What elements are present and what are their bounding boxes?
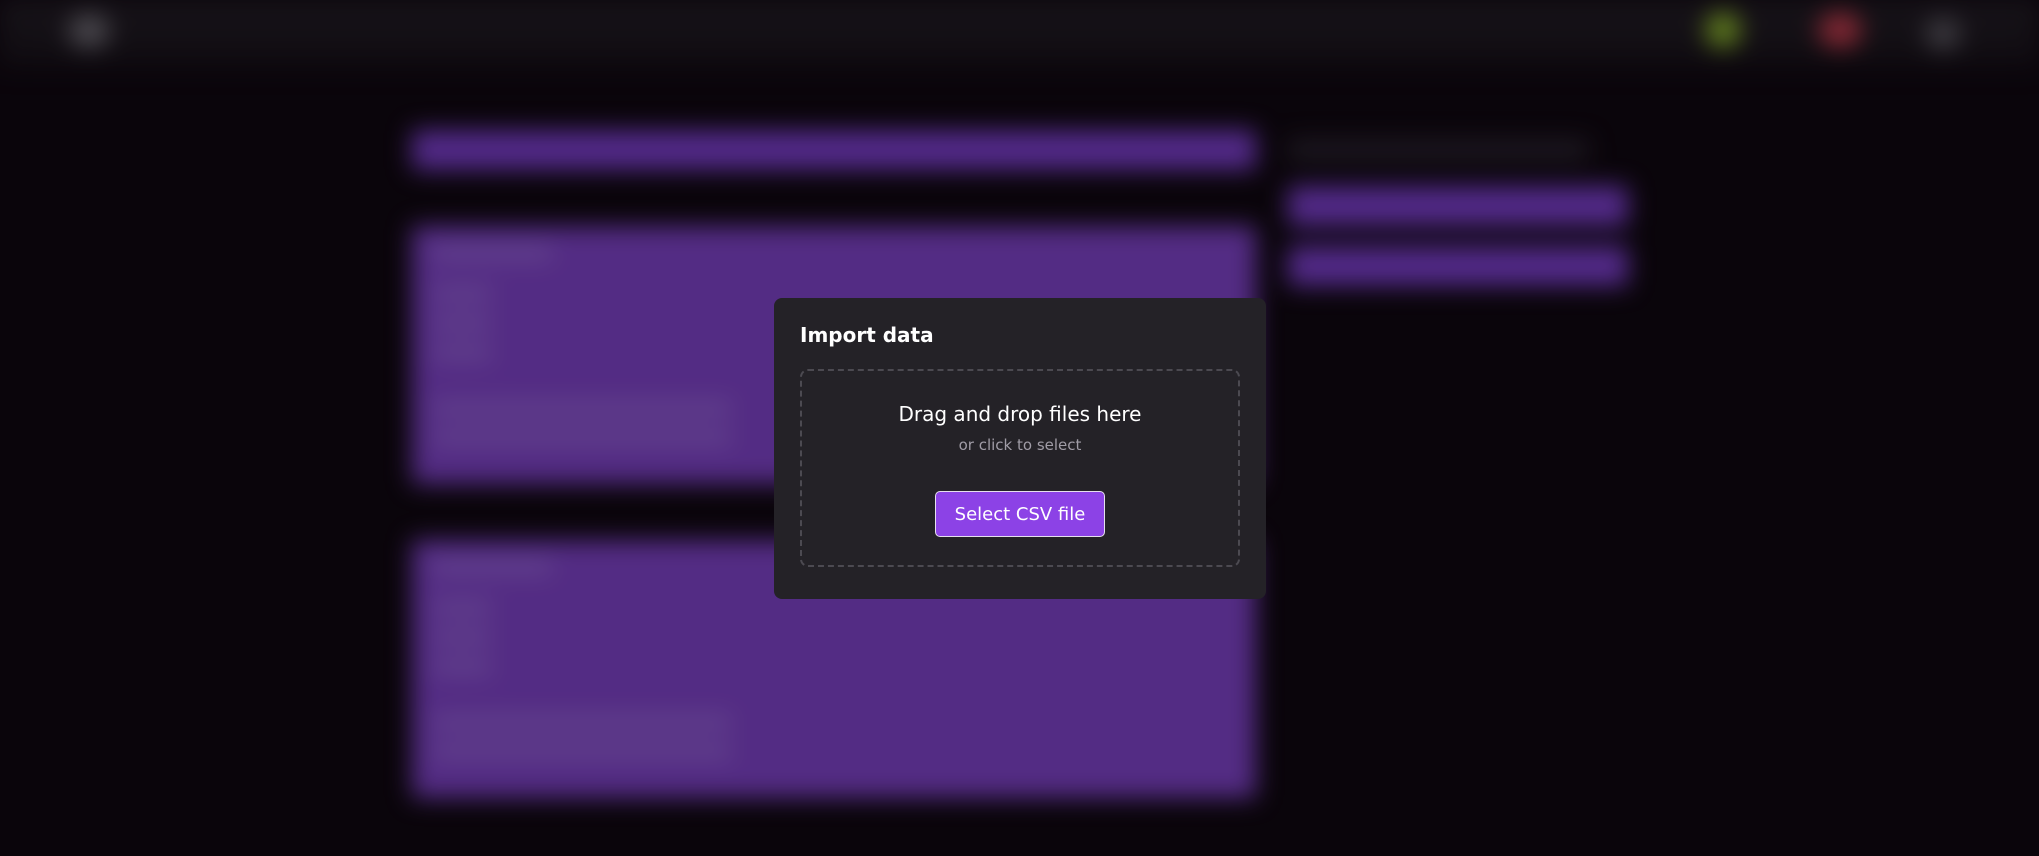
import-data-dialog: Import data Drag and drop files here or … (774, 298, 1266, 599)
dropzone-secondary-text: or click to select (958, 436, 1082, 454)
file-dropzone[interactable]: Drag and drop files here or click to sel… (800, 369, 1240, 567)
dropzone-primary-text: Drag and drop files here (898, 402, 1142, 426)
app-screen: Import data Drag and drop files here or … (0, 0, 2039, 856)
dialog-title: Import data (800, 323, 934, 347)
select-csv-file-button[interactable]: Select CSV file (935, 491, 1105, 537)
